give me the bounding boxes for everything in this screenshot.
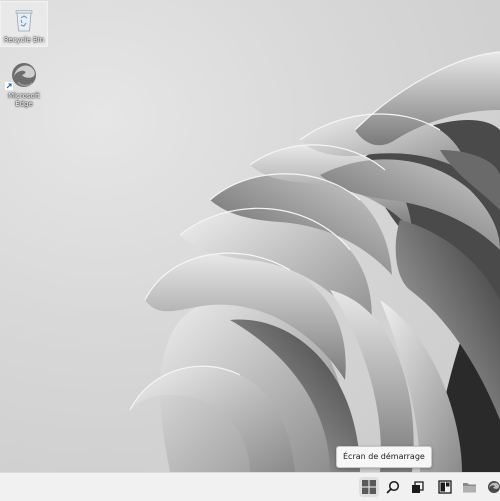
wallpaper-bloom <box>129 51 500 472</box>
edge-taskbar-button[interactable] <box>484 477 500 497</box>
task-view-button[interactable] <box>408 477 428 497</box>
edge-icon <box>488 481 500 493</box>
edge-icon <box>12 63 36 87</box>
start-button[interactable] <box>359 477 379 497</box>
widgets-icon <box>438 480 452 494</box>
desktop-icon-label: Microsoft Edge <box>8 92 40 108</box>
widgets-button[interactable] <box>435 477 455 497</box>
desktop-icon-label: Recycle Bin <box>3 36 45 44</box>
shortcut-arrow-icon <box>5 82 13 90</box>
task-view-icon <box>412 481 424 493</box>
desktop-icon-recycle-bin[interactable]: Recycle Bin <box>0 1 48 47</box>
search-button[interactable] <box>383 477 403 497</box>
search-icon <box>386 480 400 494</box>
file-explorer-button[interactable] <box>459 477 479 497</box>
recycle-bin-icon <box>15 10 33 32</box>
desktop-icon-edge[interactable]: Microsoft Edge <box>1 58 47 110</box>
start-tooltip: Écran de démarrage <box>336 446 432 468</box>
desktop[interactable]: Recycle Bin Microsoft Edge <box>0 0 500 472</box>
folder-icon <box>462 483 476 493</box>
taskbar <box>0 472 500 501</box>
windows-start-icon <box>362 480 376 494</box>
